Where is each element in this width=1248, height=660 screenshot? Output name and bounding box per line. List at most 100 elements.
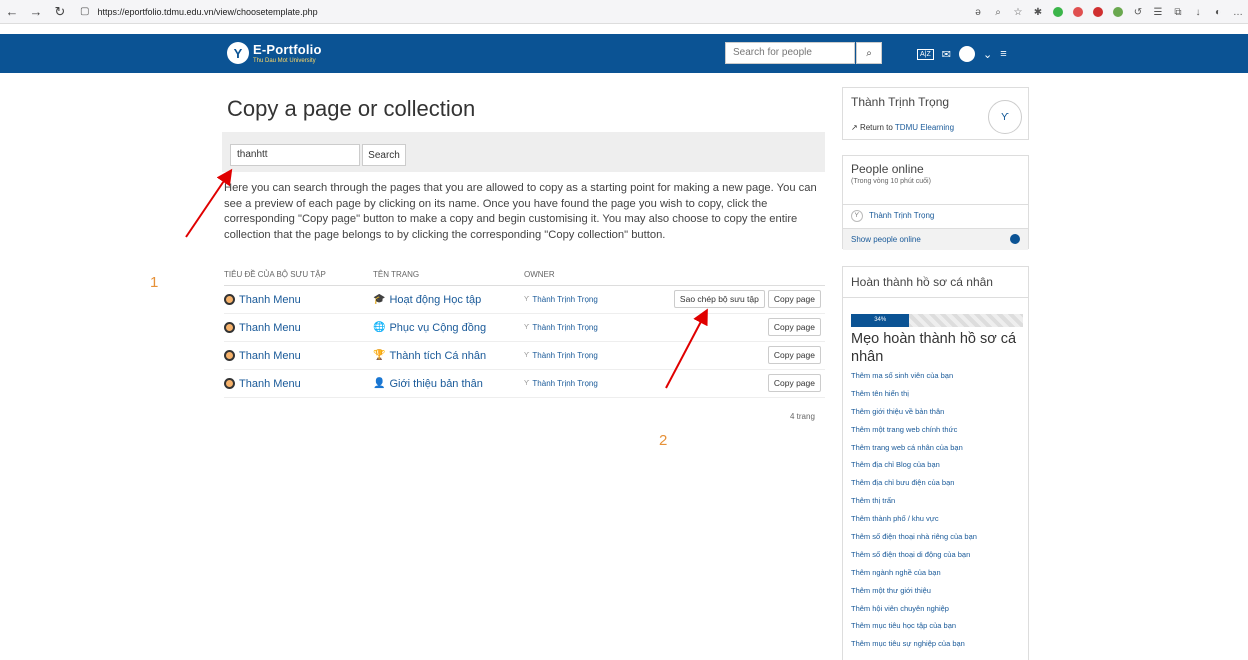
collection-link[interactable]: Thanh Menu xyxy=(239,294,301,306)
people-search-input[interactable]: Search for people xyxy=(725,42,855,64)
table-row: Thanh Menu 🌐 Phục vụ Cộng đồng Ƴ Thành Trị… xyxy=(224,314,825,342)
extension-green-icon[interactable] xyxy=(1053,7,1063,17)
extension-leaf-icon[interactable] xyxy=(1113,7,1123,17)
profile-tip-link[interactable]: Thêm số điện thoại nhà riêng của bạn xyxy=(851,532,977,550)
profile-tip-link[interactable]: Thêm hội viên chuyên nghiệp xyxy=(851,604,977,622)
owner-avatar-icon: Ƴ xyxy=(524,296,530,303)
page-link[interactable]: Thành tích Cá nhân xyxy=(389,350,486,362)
profile-tip-link[interactable]: Thêm địa chỉ Blog của bạn xyxy=(851,460,977,478)
profile-progress-fill: 34% xyxy=(851,314,910,327)
external-link-icon: ↗ xyxy=(851,123,858,132)
copy-page-button[interactable]: Copy page xyxy=(767,374,821,392)
owner-link[interactable]: Thành Trịnh Trọng xyxy=(532,295,597,304)
collections-icon[interactable]: ⧉ xyxy=(1168,0,1188,24)
refresh-extension-icon[interactable]: ↺ xyxy=(1128,0,1148,24)
page-link[interactable]: Giới thiệu bản thân xyxy=(389,378,482,390)
zoom-icon[interactable]: ⌕ xyxy=(988,0,1008,24)
reload-icon[interactable]: ↻ xyxy=(48,0,72,24)
arrow-circle-right-icon xyxy=(1010,234,1020,244)
download-icon[interactable]: ↓ xyxy=(1188,0,1208,24)
return-link[interactable]: ↗ Return to TDMU Elearning xyxy=(851,123,954,132)
copy-page-button[interactable]: Copy page xyxy=(767,290,821,308)
translate-icon[interactable]: ə xyxy=(968,0,988,24)
profile-completion-title: Hoàn thành hồ sơ cá nhân xyxy=(843,267,1028,298)
profile-tip-link[interactable]: Thêm mục tiêu học tập của bạn xyxy=(851,621,977,639)
show-people-online-link[interactable]: Show people online xyxy=(843,228,1028,250)
user-avatar-icon[interactable] xyxy=(958,46,975,62)
profile-avatar-icon[interactable]: ◐ xyxy=(1208,0,1228,24)
owner-link[interactable]: Thành Trịnh Trọng xyxy=(532,379,597,388)
menu-icon[interactable]: ≡ xyxy=(1000,48,1006,60)
copy-page-button[interactable]: Copy page xyxy=(767,346,821,364)
owner-avatar-icon: Ƴ xyxy=(524,380,530,387)
url-text: https://eportfolio.tdmu.edu.vn/view/choo… xyxy=(97,6,318,17)
browser-extensions: ə ⌕ ☆ ✱ ↺ ☰ ⧉ ↓ ◐ … xyxy=(968,0,1248,24)
profile-tips-list: Thêm ma số sinh viên của bạn Thêm tên hiể… xyxy=(851,371,977,657)
logo-title: E-Portfolio xyxy=(253,41,322,57)
back-arrow-icon[interactable]: ← xyxy=(0,0,24,24)
owner-link[interactable]: Thành Trịnh Trọng xyxy=(532,351,597,360)
favorite-icon[interactable]: ☆ xyxy=(1008,0,1028,24)
page-link[interactable]: Hoạt động Học tập xyxy=(389,294,481,306)
search-input[interactable]: thanhtt xyxy=(230,144,360,166)
address-bar[interactable]: ▢ https://eportfolio.tdmu.edu.vn/view/ch… xyxy=(80,2,840,22)
extension-red-icon[interactable] xyxy=(1073,7,1083,17)
profile-tip-link[interactable]: Thêm mục tiêu sự nghiệp của bạn xyxy=(851,639,977,657)
profile-tip-link[interactable]: Thêm thành phố / khu vực xyxy=(851,514,977,532)
page-title: Copy a page or collection xyxy=(227,96,476,121)
online-user-name[interactable]: Thành Trịnh Trọng xyxy=(869,211,934,220)
results-count: 4 trang xyxy=(790,412,815,421)
online-user-item[interactable]: Ƴ Thành Trịnh Trọng xyxy=(843,204,1028,226)
table-row: Thanh Menu 🎓 Hoạt động Học tập Ƴ Thành Trị… xyxy=(224,286,825,314)
page-info-icon[interactable]: ▢ xyxy=(80,6,89,17)
adblock-icon[interactable] xyxy=(1093,7,1103,17)
online-user-avatar-icon: Ƴ xyxy=(851,209,863,222)
extension-icon[interactable]: ✱ xyxy=(1028,0,1048,24)
chevron-down-icon[interactable]: ⌄ xyxy=(983,48,992,61)
page-link[interactable]: Phục vụ Cộng đồng xyxy=(389,322,486,334)
table-row: Thanh Menu 🏆 Thành tích Cá nhân Ƴ Thành Tr… xyxy=(224,342,825,370)
return-prefix: Return to xyxy=(859,123,893,132)
copy-collection-button[interactable]: Sao chép bộ sưu tập xyxy=(673,290,765,308)
profile-tip-link[interactable]: Thêm thị trấn xyxy=(851,496,977,514)
collection-link[interactable]: Thanh Menu xyxy=(239,322,301,334)
profile-tips-title: Mẹo hoàn thành hồ sơ cá nhân xyxy=(851,331,1017,365)
table-row: Thanh Menu 👤 Giới thiệu bản thân Ƴ Thành T… xyxy=(224,370,825,398)
language-icon[interactable]: A|Z xyxy=(917,48,934,60)
owner-link[interactable]: Thành Trịnh Trọng xyxy=(532,323,597,332)
clock-icon xyxy=(224,322,235,333)
forward-arrow-icon[interactable]: → xyxy=(24,0,48,24)
mail-icon[interactable]: ✉ xyxy=(942,48,951,61)
search-button[interactable]: Search xyxy=(362,144,406,166)
logo-subtitle: Thu Dau Mot University xyxy=(253,57,316,64)
collection-link[interactable]: Thanh Menu xyxy=(239,350,301,362)
people-online-subtitle: (Trong vòng 10 phút cuối) xyxy=(851,178,931,185)
site-logo[interactable]: Y E-Portfolio Thu Dau Mot University xyxy=(227,38,337,68)
results-table: Tiêu đề của bộ sưu tập Tên trang Owner T… xyxy=(224,268,825,398)
user-profile-avatar-icon[interactable]: Ƴ xyxy=(988,100,1022,134)
profile-tip-link[interactable]: Thêm trang web cá nhân của bạn xyxy=(851,443,977,461)
profile-tip-link[interactable]: Thêm một thư giới thiệu xyxy=(851,586,977,604)
profile-tip-link[interactable]: Thêm một trang web chính thức xyxy=(851,425,977,443)
show-people-online-label: Show people online xyxy=(851,235,921,244)
people-online-box: People online (Trong vòng 10 phút cuối) … xyxy=(842,155,1029,250)
column-header-page: Tên trang xyxy=(373,270,420,279)
profile-tip-link[interactable]: Thêm tên hiển thị xyxy=(851,389,977,407)
favorites-list-icon[interactable]: ☰ xyxy=(1148,0,1168,24)
profile-tip-link[interactable]: Thêm số điện thoại di động của bạn xyxy=(851,550,977,568)
profile-tip-link[interactable]: Thêm địa chỉ bưu điện của bạn xyxy=(851,478,977,496)
search-form: thanhtt Search xyxy=(222,132,825,172)
more-menu-icon[interactable]: … xyxy=(1228,0,1248,24)
search-icon: ⌕ xyxy=(866,47,872,59)
people-search-button[interactable]: ⌕ xyxy=(856,42,882,64)
return-link-text[interactable]: TDMU Elearning xyxy=(895,123,954,132)
copy-page-button[interactable]: Copy page xyxy=(767,318,821,336)
logo-mark-icon: Y xyxy=(227,42,249,64)
collection-link[interactable]: Thanh Menu xyxy=(239,378,301,390)
user-profile-box: Thành Trịnh Trọng Ƴ ↗ Return to TDMU Ele… xyxy=(842,87,1029,140)
profile-tip-link[interactable]: Thêm giới thiệu về bản thân xyxy=(851,407,977,425)
profile-tip-link[interactable]: Thêm ma số sinh viên của bạn xyxy=(851,371,977,389)
page-description: Here you can search through the pages th… xyxy=(224,182,817,241)
profile-tip-link[interactable]: Thêm ngành nghề của bạn xyxy=(851,568,977,586)
table-header: Tiêu đề của bộ sưu tập Tên trang Owner xyxy=(224,268,825,286)
